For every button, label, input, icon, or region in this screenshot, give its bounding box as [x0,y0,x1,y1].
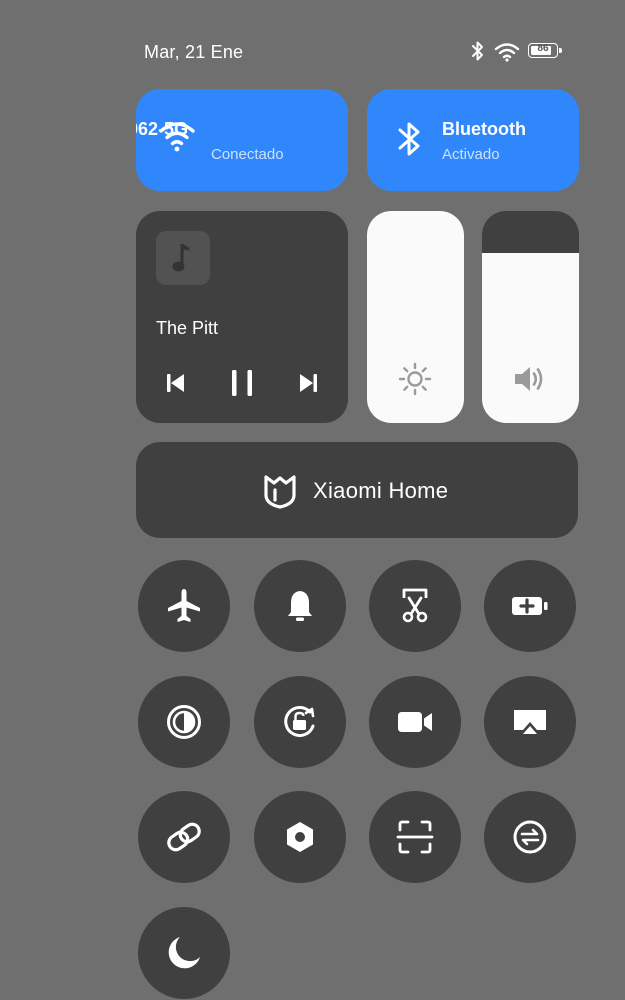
wifi-network-name: _E-65962-5G [136,119,189,139]
wifi-status-icon [494,43,520,62]
moon-icon [168,937,200,969]
settings-toggle[interactable] [254,791,346,883]
bluetooth-tile[interactable]: Bluetooth Activado [367,89,579,191]
rotation-lock-toggle[interactable] [254,676,346,768]
battery-level: 86 [537,43,549,54]
speaker-icon [515,367,543,391]
status-icons: 86 [470,40,570,64]
bluetooth-icon [398,122,420,156]
sync-toggle[interactable] [484,791,576,883]
xiaomi-home-label: Xiaomi Home [313,478,449,503]
dark-mode-toggle[interactable] [138,676,230,768]
cast-toggle[interactable] [484,676,576,768]
link-icon [167,822,201,852]
scanner-icon [396,820,434,854]
bell-icon [288,591,312,621]
volume-slider[interactable] [482,211,579,423]
screenshot-toggle[interactable] [369,560,461,652]
settings-hex-icon [287,822,313,852]
wifi-status: Conectado [211,146,284,163]
album-art [156,231,210,285]
battery-saver-toggle[interactable] [484,560,576,652]
screen-recorder-toggle[interactable] [369,676,461,768]
airplane-mode-icon [168,589,200,622]
volume-slider-fill [482,253,579,423]
media-player-tile[interactable]: The Pitt [136,211,348,423]
airplane-mode-toggle[interactable] [138,560,230,652]
wifi-tile[interactable]: _E-65962-5G Conectado [136,89,348,191]
music-note-icon [172,244,190,272]
dark-theme-toggle[interactable] [138,907,230,999]
battery-icon: 86 [528,43,562,58]
bluetooth-status: Activado [442,146,500,163]
sync-icon [513,820,547,854]
status-date: Mar, 21 Ene [144,42,244,62]
cast-icon [514,710,546,734]
next-track-button[interactable] [290,365,326,401]
xiaomi-home-icon [264,475,296,509]
scanner-toggle[interactable] [369,791,461,883]
notification-toggle[interactable] [254,560,346,652]
bluetooth-status-icon [472,41,483,61]
xiaomi-home-button[interactable]: Xiaomi Home [136,442,578,538]
battery-saver-icon [512,597,548,615]
screenshot-scissors-icon [402,588,428,623]
track-title: The Pitt [156,318,219,338]
pause-button[interactable] [224,365,260,401]
link-toggle[interactable] [138,791,230,883]
rotation-lock-icon [284,706,315,737]
bluetooth-title: Bluetooth [442,119,526,139]
brightness-slider[interactable] [367,211,464,423]
dark-mode-icon [167,705,201,739]
screen-recorder-icon [398,712,432,732]
sun-icon [398,362,432,396]
previous-track-button[interactable] [158,365,194,401]
